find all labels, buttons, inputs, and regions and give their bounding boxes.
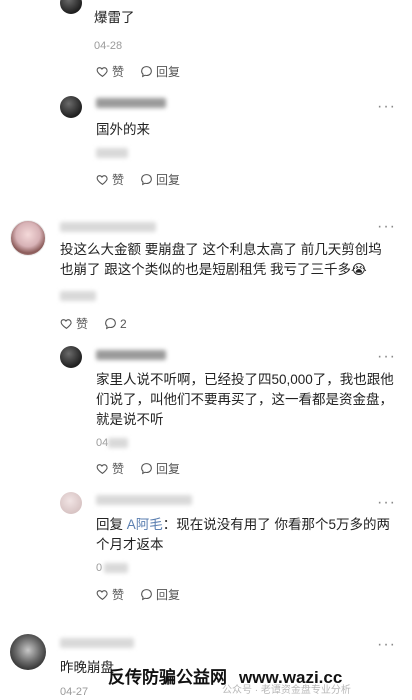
comment-time: 04: [96, 437, 109, 449]
like-label: 赞: [112, 65, 125, 79]
reply-count-button[interactable]: 2: [104, 317, 127, 331]
heart-icon: [96, 175, 108, 186]
watermark-main: 反传防骗公益网: [108, 668, 227, 687]
username-redacted: [96, 350, 166, 360]
comment-bubble-icon: [141, 66, 152, 78]
comment-text: 投这么大金额 要崩盘了 这个利息太高了 前几天剪创坞也崩了 跟这个类似的也是短剧…: [60, 242, 382, 277]
username-redacted: [60, 638, 134, 648]
more-icon[interactable]: ···: [377, 494, 396, 512]
reply-to-user-link[interactable]: A阿毛: [127, 517, 163, 532]
time-redacted: [96, 148, 128, 158]
comment-actions: 赞 回复: [96, 63, 180, 80]
like-button[interactable]: 赞: [96, 171, 124, 188]
username-redacted: [60, 222, 156, 232]
avatar[interactable]: [10, 634, 46, 670]
reply-label: 回复: [156, 173, 181, 187]
avatar[interactable]: [10, 220, 46, 256]
comment-text: 回复 A阿毛：现在说没有用了 你看那个5万多的两个月才返本: [96, 515, 396, 555]
time-redacted: [108, 438, 128, 448]
like-label: 赞: [112, 462, 125, 476]
reply-prefix: 回复: [96, 517, 127, 532]
more-icon[interactable]: ···: [377, 348, 396, 366]
comment-time: 0: [96, 562, 103, 574]
reply-button[interactable]: 回复: [140, 586, 180, 603]
comment-text: 昨晚崩盘: [60, 660, 114, 675]
comment-time: 04-27: [60, 686, 89, 698]
reply-label: 回复: [156, 588, 181, 602]
comment-text: 家里人说不听啊，已经投了四50,000了，我也跟他们说了，叫他们不要再买了，这一…: [96, 372, 394, 427]
like-label: 赞: [112, 173, 125, 187]
comment-text: 爆雷了: [94, 10, 135, 25]
reply-button[interactable]: 回复: [140, 63, 180, 80]
watermark-site: www.wazi.cc: [239, 668, 343, 687]
heart-icon: [96, 464, 108, 475]
site-watermark: 反传防骗公益网 www.wazi.cc: [108, 663, 342, 688]
heart-icon: [60, 319, 72, 330]
username-redacted: [96, 98, 166, 108]
like-button[interactable]: 赞: [60, 315, 88, 332]
comment-bubble-icon: [105, 318, 116, 330]
comment-actions: 赞 2: [60, 315, 127, 332]
avatar[interactable]: [60, 492, 82, 514]
comment-bubble-icon: [141, 174, 152, 186]
avatar[interactable]: [60, 0, 82, 14]
avatar[interactable]: [60, 96, 82, 118]
comment-bubble-icon: [141, 463, 152, 475]
heart-icon: [96, 67, 108, 78]
comment-actions: 赞 回复: [96, 171, 180, 188]
like-button[interactable]: 赞: [96, 460, 124, 477]
reply-count: 2: [120, 316, 127, 331]
more-icon[interactable]: ···: [377, 98, 396, 116]
reply-label: 回复: [156, 65, 181, 79]
username-redacted: [96, 495, 192, 505]
comment-bubble-icon: [141, 589, 152, 601]
comment-actions: 赞 回复: [96, 586, 180, 603]
more-icon[interactable]: ···: [377, 218, 396, 236]
avatar[interactable]: [60, 346, 82, 368]
comment-actions: 赞 回复: [96, 460, 180, 477]
time-redacted: [104, 563, 128, 573]
reply-button[interactable]: 回复: [140, 171, 180, 188]
like-button[interactable]: 赞: [96, 586, 124, 603]
comment-time: 04-28: [94, 40, 123, 52]
like-label: 赞: [76, 317, 89, 331]
time-redacted: [60, 291, 96, 301]
heart-icon: [96, 590, 108, 601]
reply-button[interactable]: 回复: [140, 460, 180, 477]
reply-label: 回复: [156, 462, 181, 476]
comment-text: 国外的来: [96, 122, 150, 137]
more-icon[interactable]: ···: [377, 636, 396, 654]
like-button[interactable]: 赞: [96, 63, 124, 80]
like-label: 赞: [112, 588, 125, 602]
